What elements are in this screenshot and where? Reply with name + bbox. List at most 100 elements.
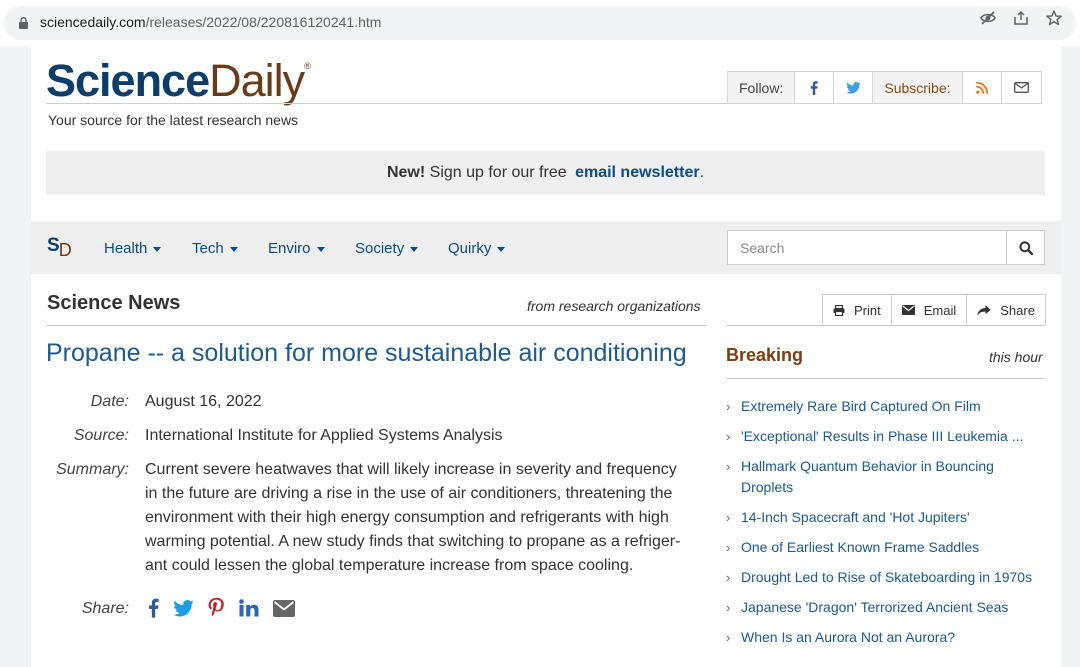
twitter-follow-button[interactable]: [834, 72, 874, 103]
breaking-title: Breaking: [726, 345, 804, 365]
search-box: [727, 230, 1045, 265]
date-label: Date:: [90, 393, 129, 410]
share-label-btn: Share: [1000, 302, 1035, 318]
newsletter-text: Sign up for our free: [425, 164, 572, 181]
chevron-right-icon: ›: [726, 630, 731, 645]
rss-subscribe-button[interactable]: [962, 72, 1002, 103]
share-email[interactable]: [273, 599, 295, 617]
url-path: /releases/2022/08/220816120241.htm: [145, 14, 382, 30]
linkedin-icon: [239, 599, 259, 617]
nav-society[interactable]: Society: [355, 240, 419, 257]
share-links: [148, 597, 309, 619]
chevron-right-icon: ›: [726, 459, 731, 474]
nav-health[interactable]: Health: [104, 240, 162, 257]
sidebar-top-divider: [726, 325, 1045, 326]
article-source: International Institute for Applied Syst…: [145, 427, 503, 444]
summary-label: Summary:: [56, 461, 129, 478]
header-divider: [374, 103, 727, 104]
chevron-right-icon: ›: [726, 570, 731, 585]
subscribe-label: Subscribe:: [873, 72, 963, 103]
logo-registered: ®: [304, 61, 311, 71]
share-arrow-icon: [977, 304, 991, 316]
share-facebook[interactable]: [148, 598, 159, 618]
envelope-icon: [273, 599, 295, 617]
nav-quirky-label: Quirky: [448, 240, 492, 257]
share-twitter[interactable]: [173, 599, 194, 617]
envelope-icon: [1013, 82, 1029, 93]
breaking-item-label: Extremely Rare Bird Captured On Film: [741, 398, 981, 414]
summary-line: in the future are driving a rise in the …: [145, 485, 673, 502]
url-host: sciencedaily.com: [40, 14, 146, 30]
star-icon[interactable]: [1045, 9, 1063, 27]
nav-society-label: Society: [355, 240, 405, 257]
breaking-item[interactable]: › Hallmark Quantum Behavior in Bouncing Dr…: [726, 456, 1046, 498]
email-button[interactable]: Email: [892, 295, 968, 325]
article-tools: Print Email Share: [822, 294, 1046, 326]
breaking-item-label: When Is an Aurora Not an Aurora?: [741, 629, 956, 645]
breaking-item-label-cont: Droplets: [741, 479, 794, 495]
nav-enviro-label: Enviro: [268, 240, 311, 257]
address-bar[interactable]: sciencedaily.com/releases/2022/08/220816…: [4, 6, 1076, 40]
facebook-follow-button[interactable]: [795, 72, 835, 103]
search-button[interactable]: [1006, 231, 1044, 264]
pinterest-icon: [208, 597, 224, 617]
article-headline: Propane -- a solution for more sustainab…: [46, 339, 687, 367]
breaking-item[interactable]: › Drought Led to Rise of Skateboarding in…: [726, 567, 1046, 588]
breaking-item[interactable]: › Japanese 'Dragon' Terrorized Ancient Se…: [726, 597, 1046, 618]
chevron-right-icon: ›: [726, 540, 731, 555]
newsletter-new: New!: [386, 164, 426, 181]
email-label: Email: [923, 302, 957, 318]
search-input[interactable]: [728, 231, 1007, 264]
url-text[interactable]: sciencedaily.com/releases/2022/08/220816…: [40, 14, 381, 30]
eye-off-icon[interactable]: [979, 9, 997, 27]
email-subscribe-button[interactable]: [1001, 72, 1041, 103]
breaking-item[interactable]: › 'Exceptional' Results in Phase III Leuk…: [726, 426, 1046, 447]
search-icon: [1018, 240, 1033, 255]
share-linkedin[interactable]: [239, 599, 259, 617]
nav-quirky[interactable]: Quirky: [448, 240, 506, 257]
nav-tech-label: Tech: [192, 240, 224, 257]
share-icon[interactable]: [1012, 9, 1030, 27]
newsletter-link[interactable]: email newsletter: [575, 164, 700, 182]
breaking-item-label: 'Exceptional' Results in Phase III Leuke…: [741, 428, 1024, 444]
print-button[interactable]: Print: [823, 295, 892, 325]
rss-icon: [975, 81, 988, 94]
site-logo[interactable]: ScienceDaily®: [46, 55, 311, 106]
breaking-item-label: Drought Led to Rise of Skateboarding in …: [741, 569, 1033, 585]
newsletter-end: .: [699, 164, 705, 181]
nav-enviro[interactable]: Enviro: [268, 240, 325, 257]
breaking-item[interactable]: › Extremely Rare Bird Captured On Film: [726, 396, 1046, 417]
logo-daily: Daily: [209, 55, 305, 106]
nav-health-label: Health: [104, 240, 148, 257]
twitter-icon: [846, 81, 861, 94]
share-button[interactable]: Share: [967, 295, 1045, 325]
chevron-down-icon: [153, 246, 162, 252]
facebook-icon: [811, 80, 819, 95]
logo-science: Science: [46, 55, 210, 106]
logo-divider: [46, 103, 374, 104]
breaking-item[interactable]: › 14-Inch Spacecraft and 'Hot Jupiters': [726, 507, 1046, 528]
lock-icon: [19, 17, 28, 29]
facebook-icon: [148, 598, 159, 618]
chevron-down-icon: [497, 246, 506, 252]
nav-tech[interactable]: Tech: [192, 240, 238, 257]
print-label: Print: [854, 302, 881, 318]
newsletter-banner: New! Sign up for our free email newslett…: [46, 151, 1045, 195]
section-subtitle: from research organizations: [527, 298, 701, 314]
envelope-icon: [901, 305, 915, 315]
breaking-item-label: One of Earliest Known Frame Saddles: [741, 539, 980, 555]
sd-mark-s: S: [47, 235, 60, 256]
chevron-right-icon: ›: [726, 510, 731, 525]
summary-line: environment with their high energy consu…: [145, 509, 669, 526]
breaking-item[interactable]: › One of Earliest Known Frame Saddles: [726, 537, 1046, 558]
breaking-item-label: Hallmark Quantum Behavior in Bouncing: [741, 458, 994, 474]
source-label: Source:: [73, 427, 129, 444]
sd-home-logo[interactable]: SD: [47, 235, 73, 260]
share-label: Share:: [81, 600, 129, 617]
follow-label: Follow:: [728, 72, 796, 103]
section-divider: [46, 325, 707, 326]
breaking-item[interactable]: › When Is an Aurora Not an Aurora?: [726, 627, 1046, 648]
share-pinterest[interactable]: [208, 597, 225, 619]
sd-mark-d: D: [58, 240, 72, 260]
summary-line: warming potential. A new study finds tha…: [145, 533, 681, 550]
